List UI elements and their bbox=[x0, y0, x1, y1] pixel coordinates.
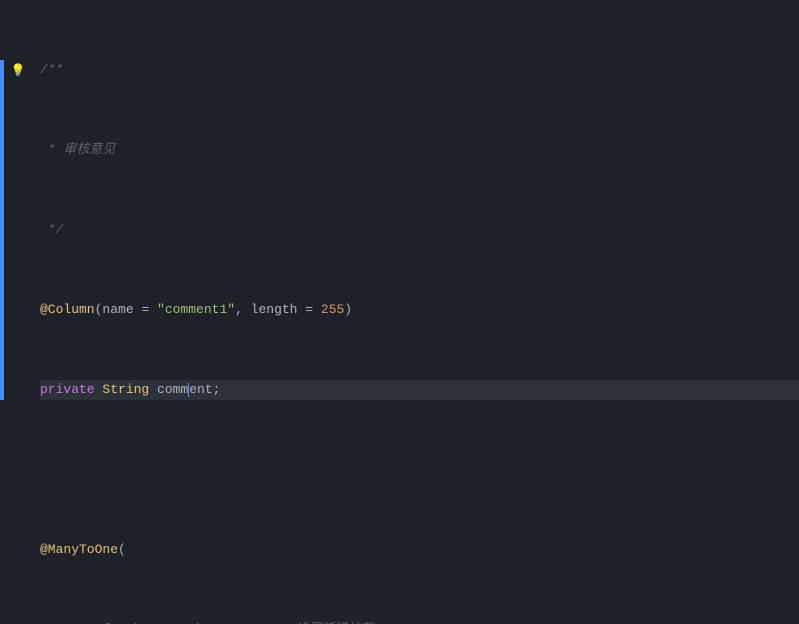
code-line-2: * 审核意见 bbox=[40, 140, 799, 160]
code-line-6 bbox=[40, 460, 799, 480]
code-line-5: private String comment; bbox=[40, 380, 799, 400]
code-line-8: fetch = FetchType.LAZY //设置延迟加载 bbox=[40, 620, 799, 624]
semicolon-1: ; bbox=[213, 380, 221, 400]
annotation-column: @Column bbox=[40, 300, 95, 320]
code-line-4: @Column(name = "comment1", length = 255) bbox=[40, 300, 799, 320]
type-string-1: String bbox=[102, 380, 149, 400]
attr-name-name: name bbox=[102, 300, 133, 320]
space-1 bbox=[95, 380, 103, 400]
eq-3: = bbox=[141, 620, 164, 624]
gutter: 💡 bbox=[4, 0, 32, 624]
space-3 bbox=[274, 620, 282, 624]
comment-close-1: */ bbox=[40, 220, 63, 240]
kw-private-1: private bbox=[40, 380, 95, 400]
eq-1: = bbox=[134, 300, 157, 320]
attr-val-255: 255 bbox=[321, 300, 344, 320]
paren-2: ( bbox=[118, 540, 126, 560]
attr-name-length: length bbox=[251, 300, 298, 320]
dot-1: . bbox=[235, 620, 243, 624]
fetch-kw-1: fetch bbox=[102, 620, 141, 624]
paren-open-1: ( bbox=[95, 300, 103, 320]
comma-1: , bbox=[235, 300, 251, 320]
code-line-1: /** bbox=[40, 60, 799, 80]
code-editor: 💡 bbox=[0, 0, 799, 624]
bulb-icon[interactable]: 💡 bbox=[11, 60, 26, 80]
inline-comment-1: //设置延迟加载 bbox=[282, 620, 376, 624]
lazy-1: LAZY bbox=[243, 620, 274, 624]
var-comment: ent bbox=[189, 380, 212, 400]
code-line-3: */ bbox=[40, 220, 799, 240]
code-area: 💡 bbox=[0, 0, 799, 624]
attr-val-comment1: "comment1" bbox=[157, 300, 235, 320]
paren-close-1: ) bbox=[344, 300, 352, 320]
annotation-manytoone-1: @ManyToOne bbox=[40, 540, 118, 560]
eq-2: = bbox=[297, 300, 320, 320]
comment-text-1: * 审核意见 bbox=[40, 140, 115, 160]
code-line-7: @ManyToOne( bbox=[40, 540, 799, 560]
space-2: comm bbox=[149, 380, 188, 400]
indent-8 bbox=[40, 620, 102, 624]
comment-open-1: /** bbox=[40, 60, 63, 80]
code-content[interactable]: /** * 审核意见 */ @Column(name = "comment1",… bbox=[32, 0, 799, 624]
fetchtype-1: FetchType bbox=[165, 620, 235, 624]
